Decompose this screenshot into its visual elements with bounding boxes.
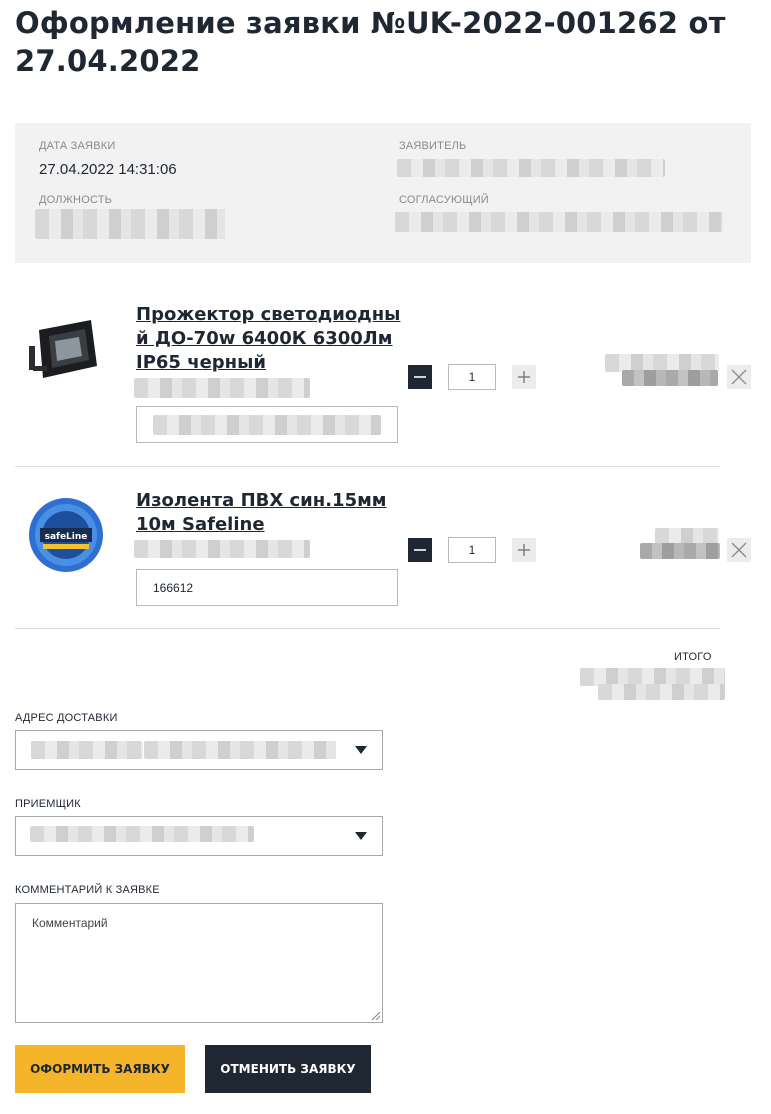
decrease-quantity-button[interactable] — [408, 538, 432, 562]
floodlight-image — [29, 320, 97, 378]
product-article-redacted — [134, 540, 310, 558]
tape-brand-text: safeLine — [45, 532, 88, 542]
quantity-input[interactable]: 1 — [448, 364, 496, 390]
remove-item-button[interactable] — [727, 538, 751, 562]
minus-icon — [414, 376, 426, 378]
sum-redacted — [622, 370, 718, 386]
receiver-redacted — [30, 826, 254, 842]
insulating-tape-image: safeLine — [29, 498, 103, 572]
item-divider — [15, 466, 720, 467]
item-divider — [15, 628, 720, 629]
approver-value-redacted — [395, 212, 723, 232]
position-value-redacted — [35, 209, 225, 239]
plus-icon — [518, 544, 530, 556]
quantity-input[interactable]: 1 — [448, 537, 496, 563]
product-image[interactable] — [25, 308, 107, 395]
increase-quantity-button[interactable] — [512, 365, 536, 389]
total-value-redacted — [598, 684, 725, 700]
comment-label: КОММЕНТАРИЙ К ЗАЯВКЕ — [15, 884, 160, 896]
chevron-down-icon — [355, 746, 367, 754]
product-name-link[interactable]: Прожектор светодиодный ДО-70w 6400К 6300… — [136, 303, 402, 375]
cancel-request-button[interactable]: ОТМЕНИТЬ ЗАЯВКУ — [205, 1045, 371, 1093]
receiver-label: ПРИЕМЩИК — [15, 798, 81, 810]
submit-request-button[interactable]: ОФОРМИТЬ ЗАЯВКУ — [15, 1045, 185, 1093]
increase-quantity-button[interactable] — [512, 538, 536, 562]
product-article-redacted — [134, 378, 310, 398]
close-icon — [731, 369, 747, 385]
decrease-quantity-button[interactable] — [408, 365, 432, 389]
position-label: ДОЛЖНОСТЬ — [39, 194, 113, 206]
delivery-address-select[interactable] — [15, 730, 383, 770]
date-value: 27.04.2022 14:31:06 — [39, 161, 177, 178]
comment-textarea[interactable]: Комментарий — [15, 903, 383, 1023]
sum-redacted — [640, 543, 720, 559]
approver-label: СОГЛАСУЮЩИЙ — [399, 194, 489, 206]
date-label: ДАТА ЗАЯВКИ — [39, 140, 116, 152]
comment-placeholder: Комментарий — [32, 916, 108, 930]
plus-icon — [518, 371, 530, 383]
request-info-card: ДАТА ЗАЯВКИ 27.04.2022 14:31:06 ДОЛЖНОСТ… — [15, 123, 751, 263]
chevron-down-icon — [355, 832, 367, 840]
applicant-label: ЗАЯВИТЕЛЬ — [399, 140, 467, 152]
applicant-value-redacted — [397, 159, 665, 177]
delivery-address-redacted — [144, 741, 336, 759]
close-icon — [731, 542, 747, 558]
product-name-link[interactable]: Изолента ПВХ син.15мм 10м Safeline — [136, 489, 402, 537]
delivery-address-redacted — [31, 741, 143, 759]
receiver-select[interactable] — [15, 816, 383, 856]
product-code-input[interactable] — [136, 406, 398, 443]
product-code-redacted — [153, 414, 381, 435]
product-code-input[interactable]: 166612 — [136, 569, 398, 606]
delivery-address-label: АДРЕС ДОСТАВКИ — [15, 712, 118, 724]
minus-icon — [414, 549, 426, 551]
total-label: ИТОГО — [674, 651, 712, 663]
resize-grip-icon — [372, 1012, 380, 1020]
product-image[interactable]: safeLine — [25, 494, 107, 581]
remove-item-button[interactable] — [727, 365, 751, 389]
page-title: Оформление заявки №UK-2022-001262 от 27.… — [15, 6, 726, 78]
